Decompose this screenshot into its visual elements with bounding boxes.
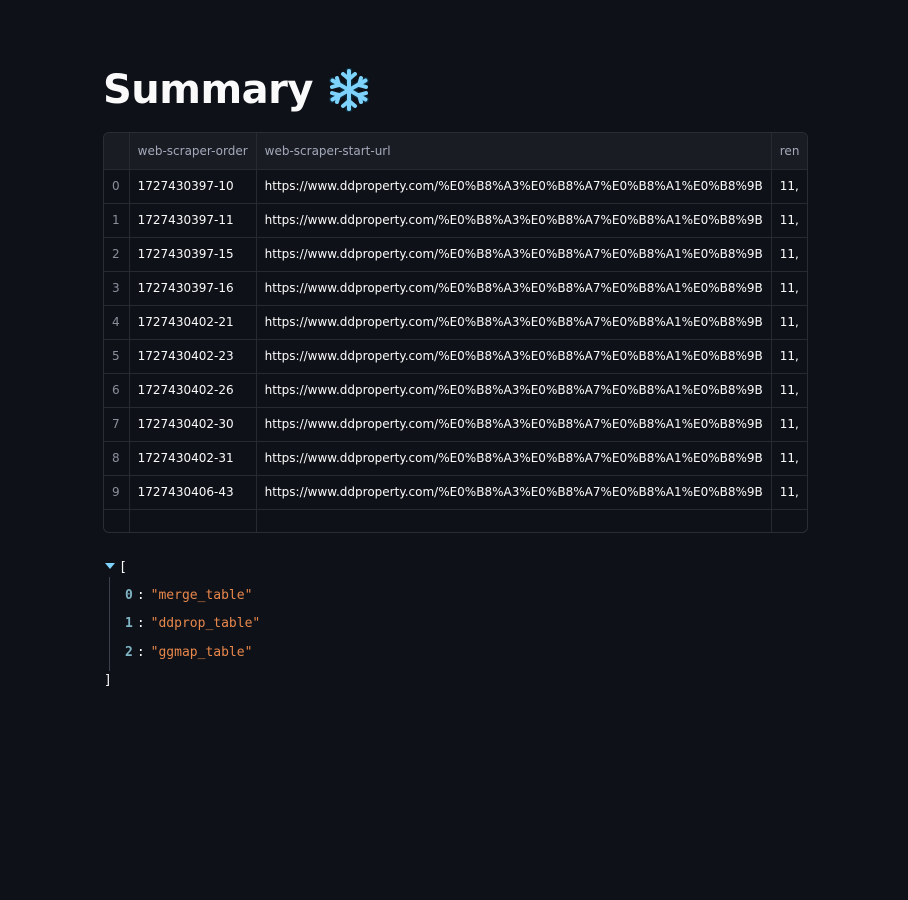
row-index-cell[interactable]: 4 (104, 305, 130, 340)
column-header-web-scraper-order[interactable]: web-scraper-order (129, 133, 257, 170)
order-cell[interactable]: 1727430397-15 (129, 237, 257, 272)
url-cell[interactable]: https://www.ddproperty.com/%E0%B8%A3%E0%… (256, 237, 772, 272)
order-cell[interactable]: 1727430402-26 (129, 373, 257, 408)
json-close-row: ] (104, 671, 260, 691)
table-row: 4 1727430402-21 https://www.ddproperty.c… (104, 305, 807, 340)
table-row: 5 1727430402-23 https://www.ddproperty.c… (104, 339, 807, 374)
row-index-cell[interactable]: 8 (104, 441, 130, 476)
url-cell[interactable]: https://www.ddproperty.com/%E0%B8%A3%E0%… (256, 169, 772, 204)
table-row: 8 1727430402-31 https://www.ddproperty.c… (104, 441, 807, 476)
json-close-bracket: ] (104, 673, 112, 688)
row-index-cell[interactable]: 2 (104, 237, 130, 272)
app-page: Summary web-scraper-order web-scraper-st… (0, 0, 908, 900)
data-table: web-scraper-order web-scraper-start-url … (104, 133, 807, 532)
json-colon: : (136, 616, 145, 632)
json-open-bracket: [ (119, 559, 127, 575)
json-item: 2 : "ggmap_table" (125, 638, 260, 667)
ren-cell[interactable]: 11, (771, 237, 807, 272)
json-key: 2 (125, 644, 133, 660)
table-row: 6 1727430402-26 https://www.ddproperty.c… (104, 373, 807, 408)
table-row: 1 1727430397-11 https://www.ddproperty.c… (104, 203, 807, 238)
row-index-cell[interactable]: 3 (104, 271, 130, 306)
order-cell[interactable]: 1727430402-30 (129, 407, 257, 442)
order-cell[interactable]: 1727430397-16 (129, 271, 257, 306)
json-colon: : (136, 644, 145, 660)
table-row: 9 1727430406-43 https://www.ddproperty.c… (104, 475, 807, 510)
order-cell[interactable]: 1727430397-11 (129, 203, 257, 238)
ren-cell[interactable]: 11, (771, 271, 807, 306)
page-title: Summary (103, 67, 313, 113)
table-row: 2 1727430397-15 https://www.ddproperty.c… (104, 237, 807, 272)
ren-cell[interactable]: 11, (771, 441, 807, 476)
json-key: 0 (125, 587, 133, 603)
json-value: "ggmap_table" (150, 644, 253, 660)
order-cell[interactable]: 1727430402-31 (129, 441, 257, 476)
url-cell[interactable]: https://www.ddproperty.com/%E0%B8%A3%E0%… (256, 339, 772, 374)
row-index-cell[interactable]: 0 (104, 169, 130, 204)
json-body: 0 : "merge_table" 1 : "ddprop_table" 2 :… (109, 577, 260, 671)
json-value: "merge_table" (150, 587, 253, 603)
order-cell[interactable]: 1727430402-21 (129, 305, 257, 340)
dataframe-grid[interactable]: web-scraper-order web-scraper-start-url … (103, 132, 808, 533)
title-row: Summary (103, 62, 371, 118)
column-header-web-scraper-start-url[interactable]: web-scraper-start-url (256, 133, 772, 170)
table-row: 7 1727430402-30 https://www.ddproperty.c… (104, 407, 807, 442)
ren-cell[interactable]: 11, (771, 407, 807, 442)
json-key: 1 (125, 616, 133, 632)
row-index-cell[interactable]: 7 (104, 407, 130, 442)
order-cell[interactable]: 1727430402-23 (129, 339, 257, 374)
url-cell[interactable]: https://www.ddproperty.com/%E0%B8%A3%E0%… (256, 475, 772, 510)
caret-down-icon[interactable] (104, 561, 116, 573)
json-item: 0 : "merge_table" (125, 581, 260, 610)
url-cell[interactable]: https://www.ddproperty.com/%E0%B8%A3%E0%… (256, 271, 772, 306)
url-cell (256, 509, 772, 532)
order-cell[interactable]: 1727430397-10 (129, 169, 257, 204)
row-index-cell[interactable]: 9 (104, 475, 130, 510)
table-header-row: web-scraper-order web-scraper-start-url … (104, 133, 807, 170)
url-cell[interactable]: https://www.ddproperty.com/%E0%B8%A3%E0%… (256, 305, 772, 340)
table-row-partial (104, 509, 807, 532)
url-cell[interactable]: https://www.ddproperty.com/%E0%B8%A3%E0%… (256, 407, 772, 442)
table-row: 0 1727430397-10 https://www.ddproperty.c… (104, 169, 807, 204)
row-index-cell (104, 509, 130, 532)
ren-cell[interactable]: 11, (771, 305, 807, 340)
url-cell[interactable]: https://www.ddproperty.com/%E0%B8%A3%E0%… (256, 203, 772, 238)
json-colon: : (136, 587, 145, 603)
ren-cell[interactable]: 11, (771, 169, 807, 204)
ren-cell[interactable]: 11, (771, 339, 807, 374)
row-index-cell[interactable]: 6 (104, 373, 130, 408)
resize-handle-icon[interactable] (800, 525, 806, 531)
row-index-cell[interactable]: 5 (104, 339, 130, 374)
column-header-index[interactable] (104, 133, 130, 170)
json-item: 1 : "ddprop_table" (125, 610, 260, 639)
row-index-cell[interactable]: 1 (104, 203, 130, 238)
json-viewer: [ 0 : "merge_table" 1 : "ddprop_table" 2… (104, 557, 260, 691)
table-row: 3 1727430397-16 https://www.ddproperty.c… (104, 271, 807, 306)
order-cell[interactable]: 1727430406-43 (129, 475, 257, 510)
order-cell (129, 509, 257, 532)
ren-cell[interactable]: 11, (771, 373, 807, 408)
ren-cell[interactable]: 11, (771, 203, 807, 238)
column-header-ren[interactable]: ren (771, 133, 807, 170)
url-cell[interactable]: https://www.ddproperty.com/%E0%B8%A3%E0%… (256, 441, 772, 476)
url-cell[interactable]: https://www.ddproperty.com/%E0%B8%A3%E0%… (256, 373, 772, 408)
json-value: "ddprop_table" (150, 616, 261, 632)
snowflake-icon (327, 67, 371, 113)
ren-cell[interactable]: 11, (771, 475, 807, 510)
json-open-row[interactable]: [ (104, 557, 260, 577)
